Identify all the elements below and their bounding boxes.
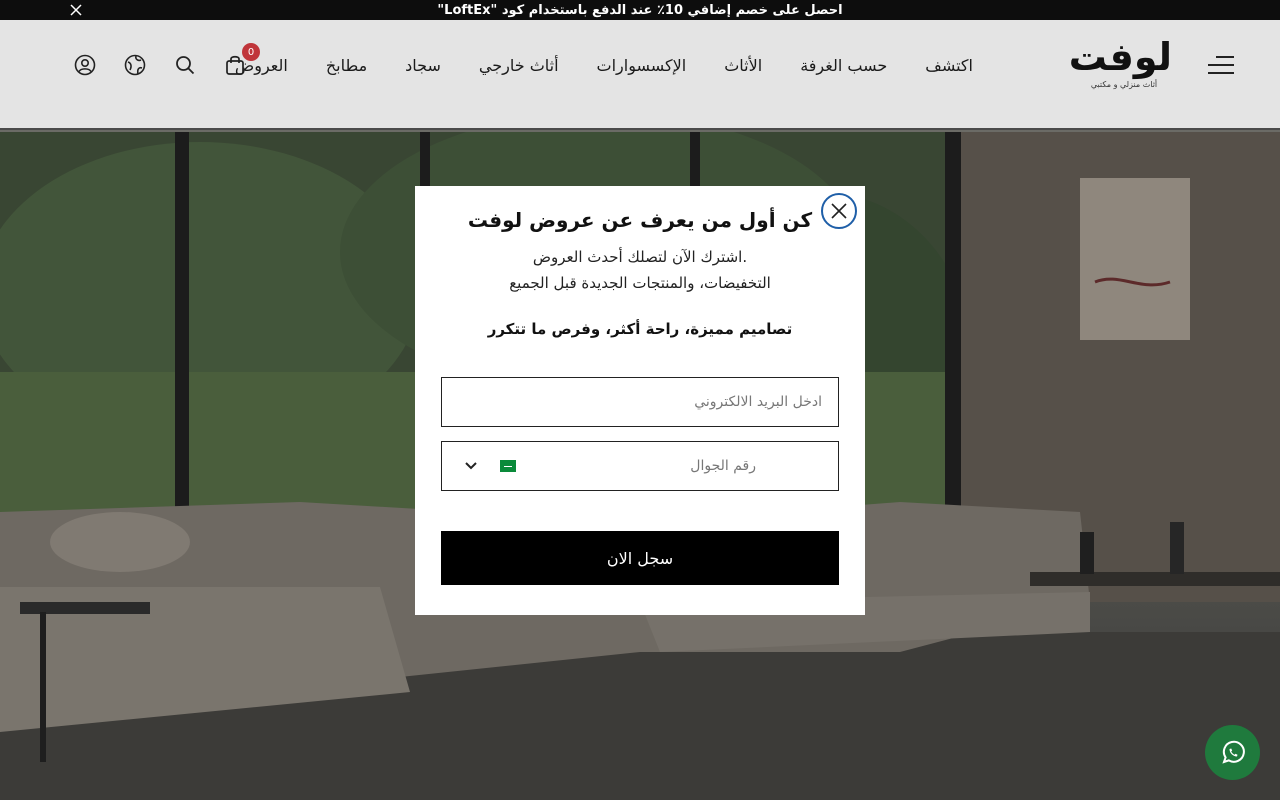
newsletter-modal: كن أول من يعرف عن عروض لوفت .اشترك الآن … xyxy=(415,186,865,615)
modal-subtitle: .اشترك الآن لتصلك أحدث العروض التخفيضات،… xyxy=(415,244,865,296)
close-icon xyxy=(70,4,82,16)
modal-tagline: تصاميم مميزة، راحة أكثر، وفرص ما تتكرر xyxy=(487,320,793,338)
modal-title: كن أول من يعرف عن عروض لوفت xyxy=(467,208,813,232)
whatsapp-chat-button[interactable] xyxy=(1205,725,1260,780)
chevron-down-icon xyxy=(465,462,477,470)
country-code-select[interactable] xyxy=(452,442,516,490)
modal-subtitle-line2: التخفيضات، والمنتجات الجديدة قبل الجميع xyxy=(509,274,771,292)
whatsapp-icon xyxy=(1221,740,1245,764)
announcement-close-button[interactable] xyxy=(66,0,86,20)
email-field-wrapper xyxy=(441,377,839,427)
announcement-text: احصل على خصم إضافي 10٪ عند الدفع باستخدا… xyxy=(437,2,843,18)
email-field[interactable] xyxy=(442,378,838,426)
phone-field-wrapper xyxy=(441,441,839,491)
announcement-bar: احصل على خصم إضافي 10٪ عند الدفع باستخدا… xyxy=(0,0,1280,20)
saudi-flag-icon xyxy=(500,460,516,472)
subscribe-button[interactable]: سجل الان xyxy=(441,531,839,585)
modal-subtitle-line1: .اشترك الآن لتصلك أحدث العروض xyxy=(532,248,748,266)
